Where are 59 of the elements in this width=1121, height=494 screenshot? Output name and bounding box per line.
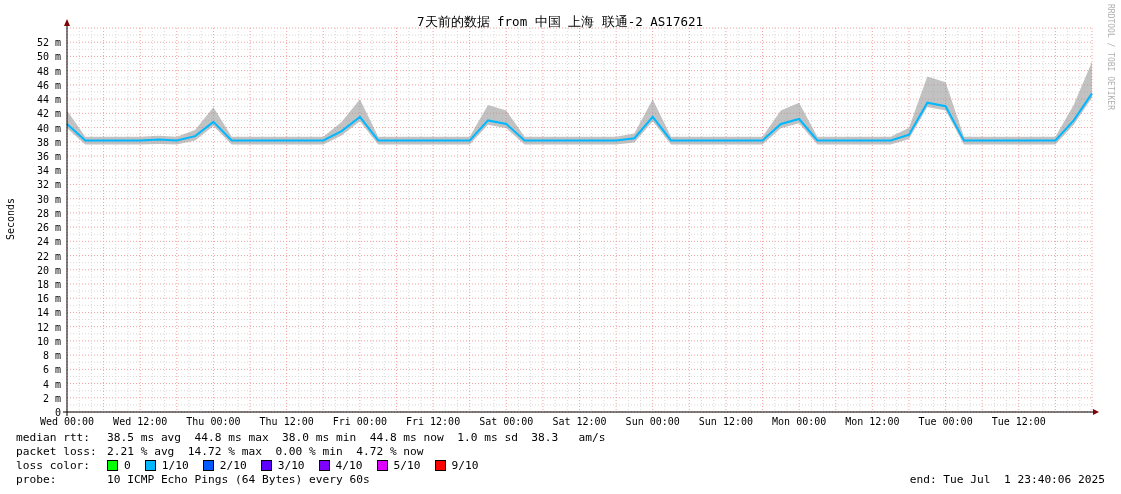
tick-label: 4 m xyxy=(42,378,61,390)
axis-title: Seconds xyxy=(5,197,16,241)
tick-label: 14 m xyxy=(36,307,61,319)
tick-label: Mon 00:00 xyxy=(772,416,827,427)
tick-label: 20 m xyxy=(36,264,61,276)
tick-label: 2 m xyxy=(42,392,61,404)
tick-label: 30 m xyxy=(36,193,61,205)
legend-item-label: 9/10 xyxy=(451,458,479,472)
tick-label: 52 m xyxy=(36,37,61,49)
tick-label: 28 m xyxy=(36,207,61,219)
tick-label: 22 m xyxy=(36,250,61,262)
end-time: end: Tue Jul 1 23:40:06 2025 xyxy=(909,472,1105,486)
tick-label: Sat 00:00 xyxy=(479,416,534,427)
tick-label: Wed 00:00 xyxy=(39,416,95,427)
tick-label: Tue 00:00 xyxy=(918,416,973,427)
tick-label: 18 m xyxy=(36,279,61,290)
tick-label: Tue 12:00 xyxy=(991,416,1046,427)
chart-title: 7天前的数据 from 中国 上海 联通-2 AS17621 xyxy=(417,14,703,29)
tick-label: 42 m xyxy=(36,108,61,120)
legend-item-label: 2/10 xyxy=(219,458,247,472)
tick-label: Sun 00:00 xyxy=(625,416,680,427)
tick-label: Sun 12:00 xyxy=(698,416,753,427)
tick-label: Mon 12:00 xyxy=(845,416,900,427)
tick-label: 16 m xyxy=(36,293,61,305)
tick-label: Thu 00:00 xyxy=(186,416,241,427)
legend-item-label: 4/10 xyxy=(335,458,363,472)
credit-text: RRDTOOL / TOBI OETIKER xyxy=(1106,4,1115,110)
tick-label: 38 m xyxy=(36,136,61,148)
probe-text: 10 ICMP Echo Pings (64 Bytes) every 60s xyxy=(107,472,370,486)
tick-label: 48 m xyxy=(36,65,61,77)
tick-label: 36 m xyxy=(36,151,61,162)
legend-item-label: 5/10 xyxy=(393,458,421,472)
tick-label: 32 m xyxy=(36,179,61,191)
tick-label: 34 m xyxy=(36,165,61,177)
tick-label: 8 m xyxy=(42,350,61,362)
legend-item-label: 0 xyxy=(124,458,131,472)
tick-label: 12 m xyxy=(36,321,61,333)
tick-label: 50 m xyxy=(36,51,61,63)
legend-item-label: 3/10 xyxy=(277,458,305,472)
tick-label: Thu 12:00 xyxy=(259,416,314,427)
tick-label: 6 m xyxy=(42,364,61,376)
tick-label: Fri 00:00 xyxy=(332,416,387,427)
tick-label: 40 m xyxy=(36,122,61,134)
legend-label: median rtt: xyxy=(16,430,92,444)
legend-stats: 38.5 ms avg 44.8 ms max 38.0 ms min 44.8 ms now 1.0 ms sd 38.3 am/s xyxy=(107,430,606,444)
legend-label: packet loss: xyxy=(16,444,98,458)
tick-label: Sat 12:00 xyxy=(552,416,607,427)
tick-label: 10 m xyxy=(36,335,61,347)
legend-label: loss color: xyxy=(16,458,92,472)
tick-label: 26 m xyxy=(36,222,61,234)
tick-label: Fri 12:00 xyxy=(406,416,461,427)
legend-label: probe: xyxy=(16,472,58,486)
tick-label: Wed 12:00 xyxy=(113,416,168,427)
legend-stats: 2.21 % avg 14.72 % max 0.00 % min 4.72 % now xyxy=(107,444,424,458)
tick-label: 46 m xyxy=(36,79,61,91)
tick-label: 0 xyxy=(54,407,61,418)
tick-label: 44 m xyxy=(36,94,61,106)
legend-item-label: 1/10 xyxy=(161,458,189,472)
tick-label: 24 m xyxy=(36,236,61,248)
